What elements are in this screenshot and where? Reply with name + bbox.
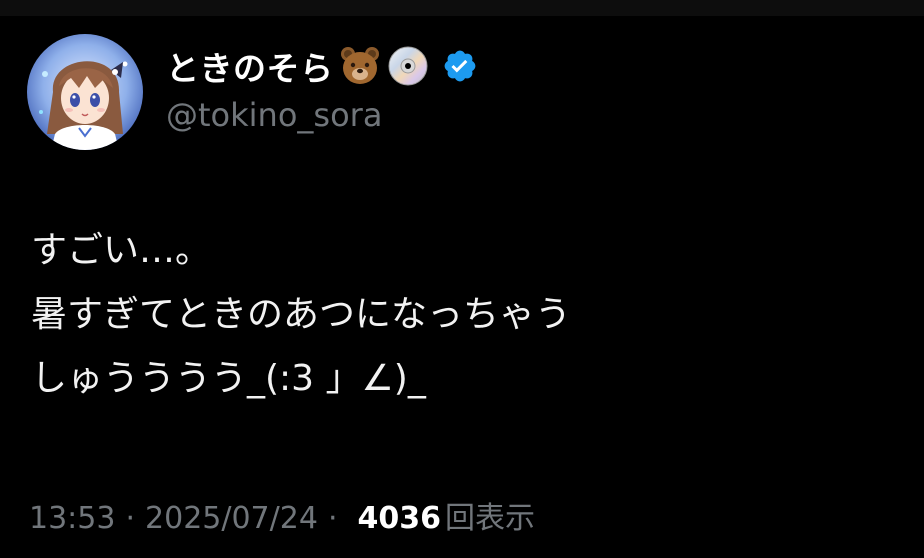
verified-badge-icon[interactable] (442, 48, 478, 84)
views-label: 回表示 (444, 501, 535, 536)
meta-separator: · (125, 501, 136, 536)
author-handle[interactable]: @tokino_sora (166, 96, 382, 134)
dvd-icon (386, 44, 430, 88)
tweet-body: すごい…。 暑すぎてときのあつになっちゃう しゅうううう_(:3 」∠)_ (31, 219, 891, 411)
views-count[interactable]: 4036 (357, 501, 441, 536)
tweet-date[interactable]: 2025/07/24 (145, 501, 318, 536)
tweet-card: ときのそら @tokino_sora すごい…。 暑すぎてときのあつになっちゃう… (0, 16, 924, 558)
tweet-meta: 13:53 · 2025/07/24 · 4036 回表示 (29, 493, 535, 537)
tweet-line-1: すごい…。 (31, 230, 212, 271)
author-display-name[interactable]: ときのそら (166, 42, 334, 90)
avatar-image (27, 34, 143, 150)
tweet-line-2: 暑すぎてときのあつになっちゃう (31, 294, 572, 335)
meta-separator: · (327, 501, 338, 536)
avatar[interactable] (27, 34, 143, 150)
bear-icon (338, 44, 382, 88)
tweet-line-3: しゅうううう_(:3 」∠)_ (31, 358, 426, 399)
tweet-time[interactable]: 13:53 (29, 501, 115, 536)
top-strip (0, 0, 924, 16)
author-name-row[interactable]: ときのそら (166, 44, 478, 88)
